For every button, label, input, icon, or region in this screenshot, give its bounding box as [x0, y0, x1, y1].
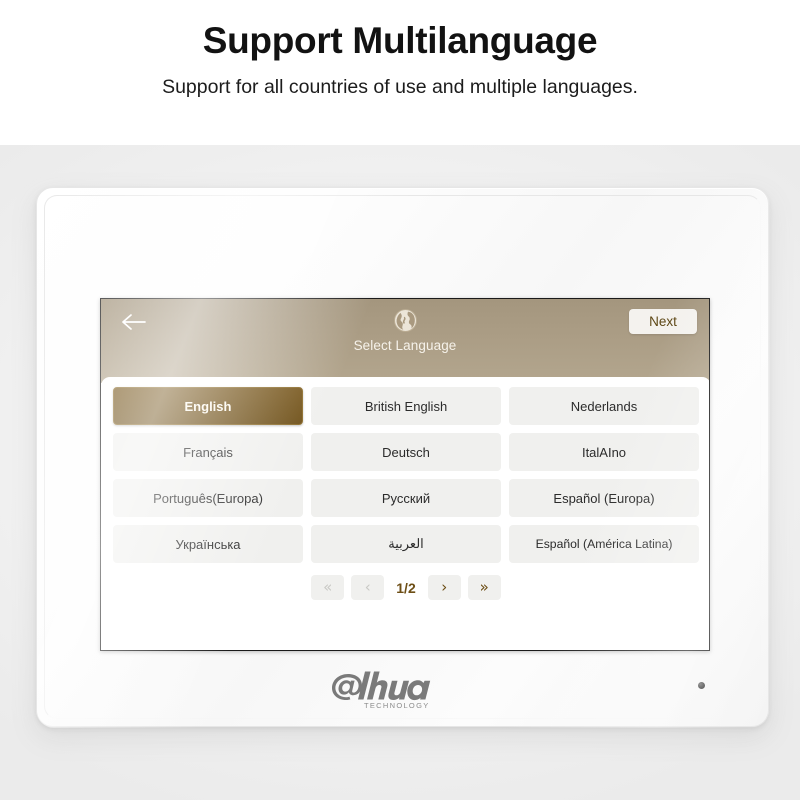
language-option[interactable]: Deutsch: [311, 433, 501, 471]
language-grid: English British English Nederlands Français…: [113, 387, 699, 563]
prev-page-button[interactable]: ‹: [351, 575, 385, 600]
page-indicator: 1/2: [396, 579, 416, 596]
first-page-button[interactable]: «: [311, 575, 345, 600]
language-option[interactable]: Português(Europa): [113, 479, 303, 517]
intercom-device: Select Language Next English British Engl…: [36, 187, 770, 728]
pagination: « ‹ 1/2 › »: [113, 575, 699, 600]
screen-header: Select Language Next: [101, 299, 709, 383]
screen-title: Select Language: [353, 338, 457, 353]
language-panel: English British English Nederlands Français…: [101, 377, 709, 650]
language-option[interactable]: Español (América Latina): [509, 525, 699, 563]
language-option[interactable]: Українська: [113, 525, 303, 563]
language-option[interactable]: British English: [311, 387, 501, 425]
language-option[interactable]: Français: [113, 433, 303, 471]
language-option[interactable]: Español (Europa): [509, 479, 699, 517]
language-option[interactable]: العربية: [311, 525, 501, 563]
promo-banner: Support Multilanguage Support for all co…: [0, 0, 800, 145]
language-option[interactable]: English: [113, 387, 303, 425]
page-title: Support Multilanguage: [202, 20, 598, 61]
svg-text:TECHNOLOGY: TECHNOLOGY: [364, 701, 430, 710]
device-screen: Select Language Next English British Engl…: [100, 298, 710, 651]
brand-logo-group: TECHNOLOGY: [37, 668, 768, 712]
language-option[interactable]: Русский: [311, 479, 501, 517]
language-option[interactable]: Nederlands: [509, 387, 699, 425]
next-page-button[interactable]: ›: [427, 575, 461, 600]
next-button[interactable]: Next: [629, 309, 697, 334]
sensor-dot: [698, 682, 705, 689]
last-page-button[interactable]: »: [467, 575, 501, 600]
header-title-group: Select Language: [101, 307, 709, 353]
product-photo: Select Language Next English British Engl…: [0, 145, 800, 800]
dahua-logo-icon: TECHNOLOGY: [331, 671, 430, 710]
globe-icon: [392, 307, 419, 334]
language-option[interactable]: ItalAIno: [509, 433, 699, 471]
page-subtitle: Support for all countries of use and mul…: [162, 75, 638, 98]
